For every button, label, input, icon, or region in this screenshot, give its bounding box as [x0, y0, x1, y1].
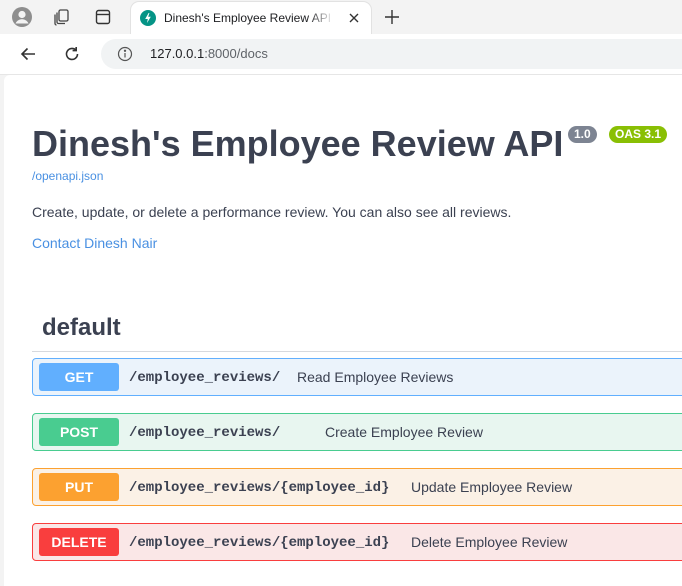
browser-toolbar: 127.0.0.1:8000/docs [0, 34, 682, 75]
operation-delete-employee-review[interactable]: DELETE /employee_reviews/{employee_id} D… [32, 523, 682, 561]
close-icon[interactable] [346, 10, 362, 26]
operation-path: /employee_reviews/{employee_id} [129, 535, 390, 551]
api-description: Create, update, or delete a performance … [32, 204, 512, 220]
operation-summary: Read Employee Reviews [297, 369, 454, 385]
url-text: 127.0.0.1:8000/docs [150, 46, 268, 61]
tab-actions-icon[interactable] [92, 6, 114, 28]
active-tab[interactable]: Dinesh's Employee Review API - Swagger U… [131, 2, 371, 34]
api-title: Dinesh's Employee Review API [32, 123, 564, 164]
url-host: 127.0.0.1 [150, 46, 205, 61]
back-arrow-icon[interactable] [16, 42, 40, 66]
contact-link[interactable]: Contact Dinesh Nair [32, 235, 157, 251]
oas-badge: OAS 3.1 [609, 126, 668, 143]
url-path: :8000/docs [204, 46, 268, 61]
operation-path: /employee_reviews/ [129, 370, 281, 386]
fastapi-favicon-icon [140, 10, 156, 26]
operation-summary: Update Employee Review [411, 479, 573, 495]
profile-icon[interactable] [11, 6, 33, 28]
info-icon[interactable] [117, 46, 133, 62]
workspaces-icon[interactable] [51, 6, 73, 28]
method-badge-delete: DELETE [39, 528, 119, 556]
version-badge: 1.0 [568, 126, 597, 143]
page-viewport: Dinesh's Employee Review API 1.0 OAS 3.1… [4, 75, 682, 586]
operation-post-employee-reviews[interactable]: POST /employee_reviews/ Create Employee … [32, 413, 682, 451]
operation-summary: Create Employee Review [325, 424, 483, 440]
reload-icon[interactable] [60, 42, 84, 66]
tab-title: Dinesh's Employee Review API - Swagger U… [164, 11, 334, 25]
operation-path: /employee_reviews/ [129, 425, 281, 441]
operation-get-employee-reviews[interactable]: GET /employee_reviews/ Read Employee Rev… [32, 358, 682, 396]
plus-icon[interactable] [382, 7, 402, 27]
section-divider [32, 351, 682, 352]
operation-put-employee-review[interactable]: PUT /employee_reviews/{employee_id} Upda… [32, 468, 682, 506]
method-badge-post: POST [39, 418, 119, 446]
api-title-row: Dinesh's Employee Review API 1.0 OAS 3.1 [32, 123, 668, 165]
section-title-default[interactable]: default [42, 314, 121, 342]
tab-strip: Dinesh's Employee Review API - Swagger U… [0, 0, 682, 34]
operation-summary: Delete Employee Review [411, 534, 568, 550]
method-badge-get: GET [39, 363, 119, 391]
operation-path: /employee_reviews/{employee_id} [129, 480, 390, 496]
address-bar[interactable]: 127.0.0.1:8000/docs [101, 39, 682, 69]
openapi-json-link[interactable]: /openapi.json [32, 169, 103, 183]
method-badge-put: PUT [39, 473, 119, 501]
